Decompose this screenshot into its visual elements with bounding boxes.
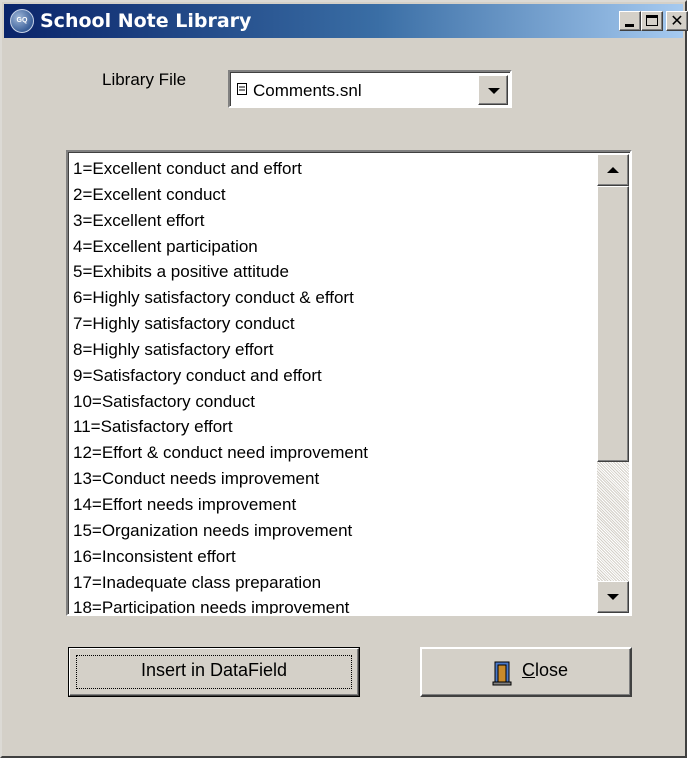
arrow-down-icon xyxy=(607,594,619,600)
library-file-label: Library File xyxy=(102,70,187,89)
combo-frame: Comments.snl xyxy=(230,72,510,106)
list-item[interactable]: 10=Satisfactory conduct xyxy=(73,389,593,415)
close-button-label: Close xyxy=(522,660,568,681)
app-icon[interactable]: GQ xyxy=(10,9,34,33)
comments-list: 1=Excellent conduct and effort 2=Excellen… xyxy=(73,156,593,614)
listbox-frame: 1=Excellent conduct and effort 2=Excellen… xyxy=(68,152,630,614)
list-item[interactable]: 12=Effort & conduct need improvement xyxy=(73,440,593,466)
insert-button-label: Insert in DataField xyxy=(140,660,288,680)
minimize-icon xyxy=(625,24,634,27)
list-item[interactable]: 1=Excellent conduct and effort xyxy=(73,156,593,182)
close-label-rest: lose xyxy=(535,660,569,680)
vertical-scrollbar[interactable] xyxy=(597,154,629,613)
close-button[interactable]: Close xyxy=(420,647,632,697)
list-item[interactable]: 18=Participation needs improvement xyxy=(73,595,593,614)
scroll-down-button[interactable] xyxy=(597,581,629,613)
dropdown-button[interactable] xyxy=(478,75,508,105)
library-file-value: Comments.snl xyxy=(253,81,362,100)
list-item[interactable]: 11=Satisfactory effort xyxy=(73,414,593,440)
maximize-button[interactable] xyxy=(641,11,663,31)
file-icon xyxy=(237,83,247,95)
arrow-up-icon xyxy=(607,167,619,173)
library-file-dropdown[interactable]: Comments.snl xyxy=(228,70,512,108)
close-icon: ✕ xyxy=(670,11,684,30)
minimize-button[interactable] xyxy=(619,11,641,31)
scroll-thumb[interactable] xyxy=(597,186,629,462)
list-item[interactable]: 13=Conduct needs improvement xyxy=(73,466,593,492)
chevron-down-icon xyxy=(488,88,500,94)
list-item[interactable]: 16=Inconsistent effort xyxy=(73,544,593,570)
list-item[interactable]: 5=Exhibits a positive attitude xyxy=(73,259,593,285)
list-item[interactable]: 7=Highly satisfactory conduct xyxy=(73,311,593,337)
list-item[interactable]: 3=Excellent effort xyxy=(73,208,593,234)
close-window-button[interactable]: ✕ xyxy=(666,11,688,31)
list-item[interactable]: 9=Satisfactory conduct and effort xyxy=(73,363,593,389)
scroll-up-button[interactable] xyxy=(597,154,629,186)
list-item[interactable]: 6=Highly satisfactory conduct & effort xyxy=(73,285,593,311)
close-mnemonic: C xyxy=(522,660,535,680)
list-item[interactable]: 17=Inadequate class preparation xyxy=(73,570,593,596)
maximize-icon xyxy=(646,15,658,26)
title-bar[interactable]: GQ School Note Library ✕ xyxy=(4,4,688,38)
school-note-library-window: GQ School Note Library ✕ Library File Co… xyxy=(0,0,688,758)
list-item[interactable]: 15=Organization needs improvement xyxy=(73,518,593,544)
comments-listbox[interactable]: 1=Excellent conduct and effort 2=Excellen… xyxy=(66,150,632,616)
list-item[interactable]: 2=Excellent conduct xyxy=(73,182,593,208)
window-title: School Note Library xyxy=(40,10,252,32)
list-item[interactable]: 14=Effort needs improvement xyxy=(73,492,593,518)
insert-in-datafield-button[interactable]: Insert in DataField xyxy=(68,647,360,697)
door-exit-icon xyxy=(492,661,512,686)
list-item[interactable]: 4=Excellent participation xyxy=(73,234,593,260)
list-item[interactable]: 8=Highly satisfactory effort xyxy=(73,337,593,363)
